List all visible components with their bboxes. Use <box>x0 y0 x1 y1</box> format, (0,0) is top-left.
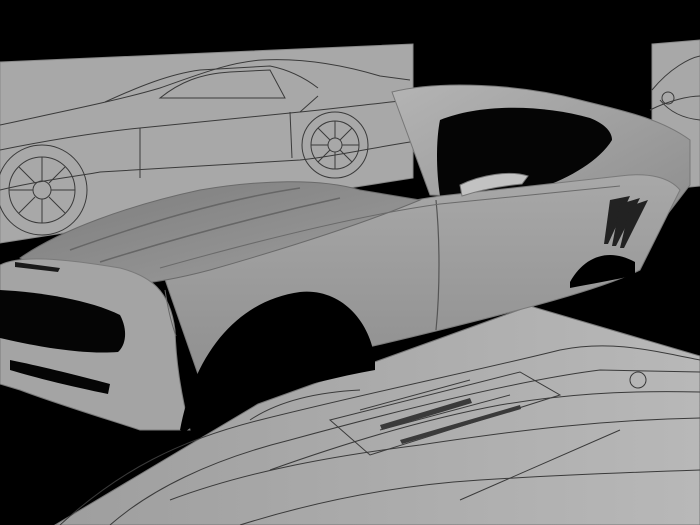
scene-render <box>0 39 700 525</box>
3d-viewport[interactable] <box>0 0 700 525</box>
